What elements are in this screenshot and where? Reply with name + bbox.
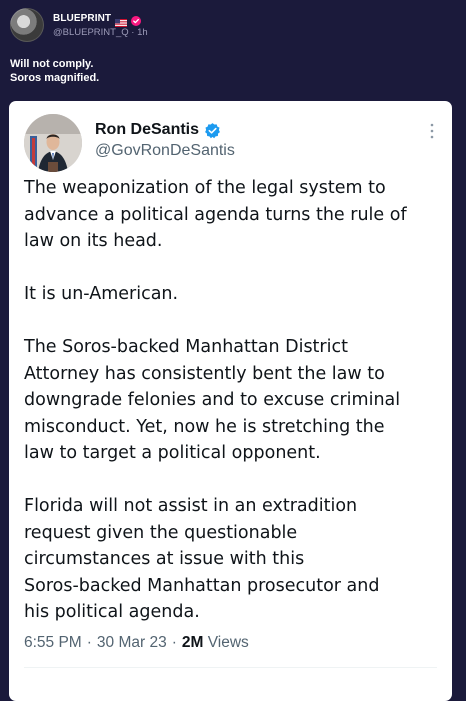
tweet-paragraph: The weaponization of the legal system to… <box>24 175 444 255</box>
separator: · <box>131 26 135 38</box>
display-name[interactable]: BLUEPRINT <box>53 13 111 24</box>
tweet-line: advance a political agenda turns the rul… <box>24 204 407 225</box>
views-count: 2M <box>181 634 204 651</box>
post-text-line: Soros magnified. <box>10 72 100 84</box>
verified-icon <box>204 122 221 139</box>
tweet-line: It is un-American. <box>24 284 179 304</box>
post-text-line: Will not comply. <box>10 58 94 70</box>
tweet-meta: 6:55 PM · 30 Mar 23 · 2M Views <box>24 634 249 652</box>
tweet-paragraph: It is un-American. <box>24 281 444 308</box>
tweet-line: The Soros-backed Manhattan District <box>24 337 348 357</box>
tweet-paragraph: Florida will not assist in an extraditio… <box>24 493 444 626</box>
tweet-line: law to target a political opponent. <box>24 443 321 463</box>
tweet-time[interactable]: 6:55 PM <box>24 634 82 652</box>
quoted-name-row: Ron DeSantis <box>95 121 235 139</box>
tweet-body: The weaponization of the legal system to… <box>24 175 444 626</box>
tweet-line: downgrade felonies and to excuse crimina… <box>24 390 401 410</box>
tweet-line: circumstances at issue with this <box>24 549 305 569</box>
tweet-line: his political agenda. <box>24 602 200 622</box>
us-flag-icon <box>115 14 128 27</box>
tweet-line: misconduct. Yet, now he is stretching th… <box>24 416 385 437</box>
quoted-handle[interactable]: @GovRonDeSantis <box>95 142 235 160</box>
meta-separator: · <box>86 634 92 651</box>
views-group[interactable]: 2M Views <box>182 634 249 652</box>
more-options-icon[interactable] <box>430 123 434 139</box>
time-ago[interactable]: 1h <box>137 27 148 38</box>
name-row: BLUEPRINT <box>53 13 148 27</box>
views-label: Views <box>207 634 249 651</box>
tweet-line: Attorney has consistently bent the law t… <box>24 363 385 384</box>
meta-separator: · <box>171 634 177 651</box>
handle[interactable]: @BLUEPRINT_Q <box>53 27 129 38</box>
tweet-line: law on its head. <box>24 231 163 251</box>
tweet-line: The weaponization of the legal system to <box>24 178 386 198</box>
divider <box>24 667 437 668</box>
avatar[interactable] <box>10 8 44 42</box>
quoted-author-block: Ron DeSantis @GovRonDeSantis <box>95 121 235 160</box>
verified-badge-icon <box>131 13 142 26</box>
author-block: BLUEPRINT @BLUEPRINT_Q · 1h <box>53 13 148 38</box>
tweet-line: Florida will not assist in an extraditio… <box>24 496 358 516</box>
post-header: BLUEPRINT @BLUEPRINT_Q · 1h <box>10 7 148 43</box>
tweet-date[interactable]: 30 Mar 23 <box>97 634 167 652</box>
quoted-tweet-card[interactable]: Ron DeSantis @GovRonDeSantis The weaponi… <box>9 101 452 701</box>
tweet-line: request given the questionable <box>24 522 298 543</box>
tweet-line: Soros-backed Manhattan prosecutor and <box>24 575 380 596</box>
quoted-display-name[interactable]: Ron DeSantis <box>95 121 199 139</box>
handle-row: @BLUEPRINT_Q · 1h <box>53 27 148 38</box>
tweet-paragraph: The Soros-backed Manhattan District Atto… <box>24 334 444 467</box>
post-text: Will not comply. Soros magnified. <box>10 57 99 85</box>
quoted-avatar[interactable] <box>24 114 82 172</box>
